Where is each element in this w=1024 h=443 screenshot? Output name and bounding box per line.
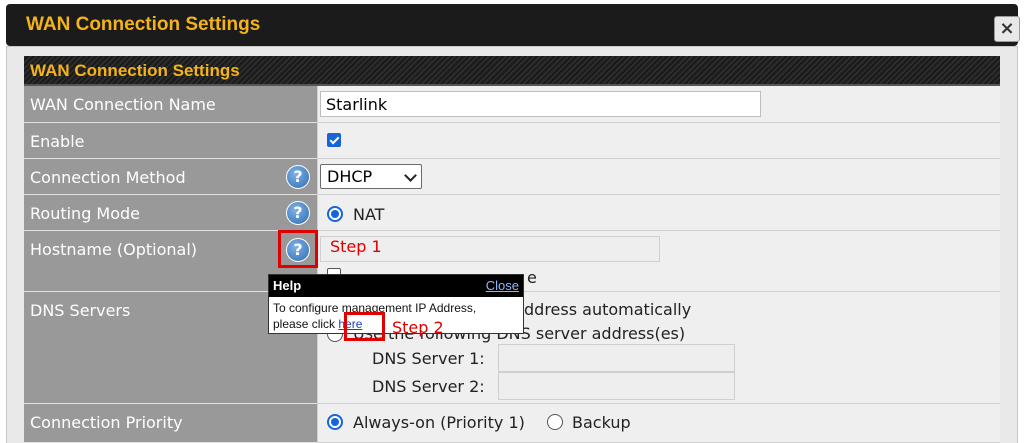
row-routing-mode: Routing Mode ? [24,195,1000,231]
step2-highlight-box [344,312,385,341]
dns-server-1-label: DNS Server 1: [372,349,485,368]
dialog-title: WAN Connection Settings [26,14,261,35]
row-enable: Enable [24,123,1000,159]
row-connection-method: Connection Method ? [24,159,1000,195]
connection-method-value: DHCP [327,167,373,186]
enable-checkbox[interactable] [327,133,341,147]
hostname-checkbox-label: e [527,268,537,287]
wan-connection-name-input[interactable] [320,91,761,117]
hostname-label: Hostname (Optional) [30,240,198,259]
connection-priority-label: Connection Priority [30,413,183,432]
step1-annotation: Step 1 [330,237,382,256]
close-icon[interactable]: × [994,16,1020,42]
help-popup-header: Help Close [269,275,523,297]
connection-method-select[interactable]: DHCP [320,164,422,189]
priority-backup-radio[interactable] [547,414,563,430]
connection-method-help-icon[interactable]: ? [286,165,310,189]
wan-connection-name-label: WAN Connection Name [30,95,216,114]
help-popup-close-link[interactable]: Close [486,278,519,293]
enable-label: Enable [30,132,85,151]
routing-nat-radio[interactable] [327,206,343,222]
step1-highlight-box [278,230,318,268]
help-popup-line2-prefix: please click [273,317,339,331]
section-header: WAN Connection Settings [24,56,1000,86]
connection-method-label: Connection Method [30,168,186,187]
step2-annotation: Step 2 [392,318,444,337]
help-popup-title: Help [273,278,302,293]
dns-auto-option-label: ddress automatically [524,300,692,319]
routing-mode-label: Routing Mode [30,204,141,223]
priority-backup-label: Backup [572,413,631,432]
routing-nat-label: NAT [353,205,385,224]
dns-server-2-label: DNS Server 2: [372,377,485,396]
dns-servers-label: DNS Servers [30,301,131,320]
routing-mode-help-icon[interactable]: ? [286,201,310,225]
section-title: WAN Connection Settings [30,61,240,80]
priority-always-on-label: Always-on (Priority 1) [353,413,525,432]
priority-always-on-radio[interactable] [327,414,343,430]
dns-server-2-input[interactable] [498,372,735,400]
chevron-down-icon [404,169,417,182]
dns-server-1-input[interactable] [498,344,735,372]
dialog-title-bar: WAN Connection Settings × [6,4,1020,46]
